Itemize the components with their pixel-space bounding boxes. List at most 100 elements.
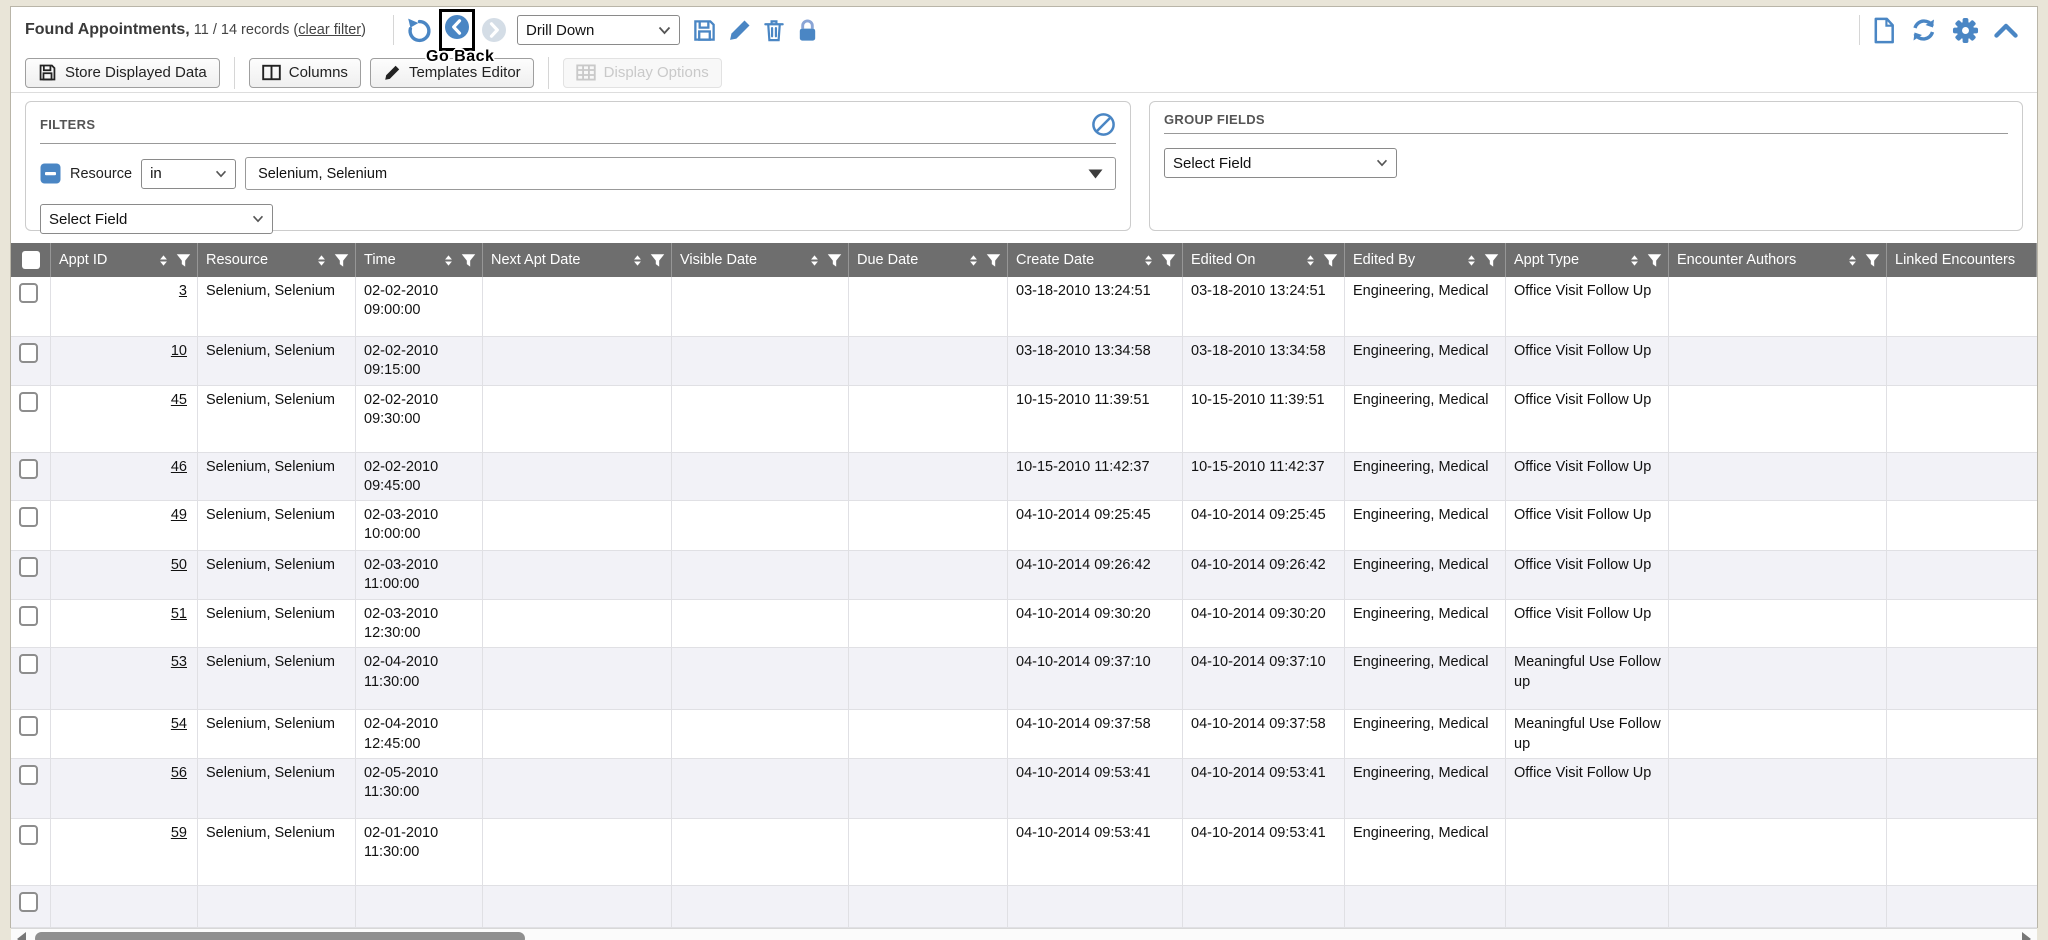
collapse-chevron-up-icon[interactable] bbox=[1993, 21, 2019, 39]
column-header[interactable]: Create Date bbox=[1008, 243, 1183, 277]
sort-icon[interactable] bbox=[1303, 253, 1318, 268]
refresh-icon[interactable] bbox=[1910, 17, 1938, 43]
cell-visible-date bbox=[672, 710, 849, 758]
cell-edited-on: 10-15-2010 11:39:51 bbox=[1183, 386, 1345, 452]
row-checkbox[interactable] bbox=[19, 716, 38, 736]
appt-id-link[interactable]: 51 bbox=[171, 606, 187, 622]
row-checkbox[interactable] bbox=[19, 507, 38, 527]
table-header-row: Appt ID Resource Time bbox=[11, 243, 2037, 277]
filter-funnel-icon[interactable] bbox=[827, 253, 842, 268]
appt-id-link[interactable]: 54 bbox=[171, 716, 187, 732]
select-all-checkbox[interactable] bbox=[22, 251, 40, 269]
sort-icon[interactable] bbox=[807, 253, 822, 268]
filter-funnel-icon[interactable] bbox=[176, 253, 191, 268]
filter-operator-select[interactable]: in bbox=[141, 159, 236, 189]
sort-icon[interactable] bbox=[966, 253, 981, 268]
filter-funnel-icon[interactable] bbox=[1161, 253, 1176, 268]
filter-funnel-icon[interactable] bbox=[461, 253, 476, 268]
column-header[interactable]: Edited On bbox=[1183, 243, 1345, 277]
column-header[interactable]: Due Date bbox=[849, 243, 1008, 277]
sort-icon[interactable] bbox=[1627, 253, 1642, 268]
save-template-icon[interactable] bbox=[692, 18, 717, 43]
sort-icon[interactable] bbox=[156, 253, 171, 268]
row-checkbox[interactable] bbox=[19, 283, 38, 303]
clear-filter-link[interactable]: clear filter bbox=[298, 22, 361, 38]
column-header[interactable]: Resource bbox=[198, 243, 356, 277]
undo-icon[interactable] bbox=[406, 17, 433, 44]
column-header[interactable]: Visible Date bbox=[672, 243, 849, 277]
column-header[interactable]: Time bbox=[356, 243, 483, 277]
sort-icon[interactable] bbox=[630, 253, 645, 268]
add-filter-field-select[interactable]: Select Field bbox=[40, 204, 273, 234]
row-checkbox[interactable] bbox=[19, 825, 38, 845]
scroll-right-arrow[interactable] bbox=[2022, 932, 2031, 940]
table-row: 45 Selenium, Selenium 02-02-2010 09:30:0… bbox=[11, 386, 2037, 453]
go-back-icon[interactable] bbox=[444, 14, 470, 40]
scrollbar-thumb[interactable] bbox=[35, 932, 525, 940]
appt-id-link[interactable]: 49 bbox=[171, 507, 187, 523]
cell-resource: Selenium, Selenium bbox=[198, 453, 356, 501]
scroll-left-arrow[interactable] bbox=[17, 932, 26, 940]
clear-filters-icon[interactable] bbox=[1091, 112, 1116, 137]
appt-id-link[interactable]: 59 bbox=[171, 825, 187, 841]
row-checkbox[interactable] bbox=[19, 606, 38, 626]
sort-icon[interactable] bbox=[1141, 253, 1156, 268]
settings-gear-icon[interactable] bbox=[1952, 17, 1979, 44]
row-checkbox[interactable] bbox=[19, 343, 38, 363]
appt-id-link[interactable]: 53 bbox=[171, 654, 187, 670]
edit-template-icon[interactable] bbox=[727, 18, 752, 43]
appt-id-link[interactable]: 3 bbox=[179, 283, 187, 299]
group-field-select[interactable]: Select Field bbox=[1164, 148, 1397, 178]
table-body: 3 Selenium, Selenium 02-02-2010 09:00:00… bbox=[11, 277, 2037, 928]
cell-create-date: 04-10-2014 09:30:20 bbox=[1008, 600, 1183, 648]
dropdown-arrow-icon bbox=[1088, 169, 1103, 179]
appt-id-link[interactable]: 50 bbox=[171, 557, 187, 573]
cell-time: 02-03-2010 10:00:00 bbox=[356, 501, 483, 550]
new-document-icon[interactable] bbox=[1872, 17, 1896, 44]
filter-funnel-icon[interactable] bbox=[1484, 253, 1499, 268]
row-checkbox[interactable] bbox=[19, 557, 38, 577]
cell-linked-encounters bbox=[1887, 710, 2037, 758]
column-header[interactable]: Encounter Authors bbox=[1669, 243, 1887, 277]
filter-value-combobox[interactable]: Selenium, Selenium bbox=[245, 157, 1116, 190]
column-header-icons bbox=[1839, 253, 1880, 268]
appt-id-link[interactable]: 56 bbox=[171, 765, 187, 781]
columns-button[interactable]: Columns bbox=[249, 58, 361, 88]
sort-icon[interactable] bbox=[314, 253, 329, 268]
filter-funnel-icon[interactable] bbox=[986, 253, 1001, 268]
column-header[interactable]: Next Apt Date bbox=[483, 243, 672, 277]
cell-visible-date bbox=[672, 277, 849, 336]
cell-create-date: 04-10-2014 09:37:10 bbox=[1008, 648, 1183, 709]
filter-funnel-icon[interactable] bbox=[334, 253, 349, 268]
column-header[interactable]: Edited By bbox=[1345, 243, 1506, 277]
appt-id-link[interactable]: 10 bbox=[171, 343, 187, 359]
filter-funnel-icon[interactable] bbox=[650, 253, 665, 268]
filter-funnel-icon[interactable] bbox=[1865, 253, 1880, 268]
row-checkbox[interactable] bbox=[19, 459, 38, 479]
filter-funnel-icon[interactable] bbox=[1647, 253, 1662, 268]
sort-icon[interactable] bbox=[441, 253, 456, 268]
cell-edited-by: Engineering, Medical bbox=[1345, 819, 1506, 885]
cell-linked-encounters bbox=[1887, 600, 2037, 648]
appt-id-link[interactable]: 45 bbox=[171, 392, 187, 408]
filter-funnel-icon[interactable] bbox=[1323, 253, 1338, 268]
cell-encounter-authors bbox=[1669, 277, 1887, 336]
column-header[interactable]: Appt Type bbox=[1506, 243, 1669, 277]
column-header[interactable]: Appt ID bbox=[51, 243, 198, 277]
sort-icon[interactable] bbox=[1464, 253, 1479, 268]
row-checkbox[interactable] bbox=[19, 892, 38, 912]
delete-template-icon[interactable] bbox=[762, 18, 786, 43]
cell-encounter-authors bbox=[1669, 501, 1887, 550]
row-checkbox[interactable] bbox=[19, 765, 38, 785]
column-header[interactable]: Linked Encounters bbox=[1887, 243, 2037, 277]
cell-edited-by: Engineering, Medical bbox=[1345, 551, 1506, 599]
lock-template-icon[interactable] bbox=[796, 18, 819, 43]
appt-id-link[interactable]: 46 bbox=[171, 459, 187, 475]
row-checkbox[interactable] bbox=[19, 392, 38, 412]
drill-down-select[interactable]: Drill Down bbox=[517, 15, 680, 45]
remove-filter-icon[interactable] bbox=[40, 163, 61, 184]
column-header-label: Encounter Authors bbox=[1677, 252, 1796, 268]
row-checkbox[interactable] bbox=[19, 654, 38, 674]
sort-icon[interactable] bbox=[1845, 253, 1860, 268]
store-displayed-data-button[interactable]: Store Displayed Data bbox=[25, 58, 220, 88]
